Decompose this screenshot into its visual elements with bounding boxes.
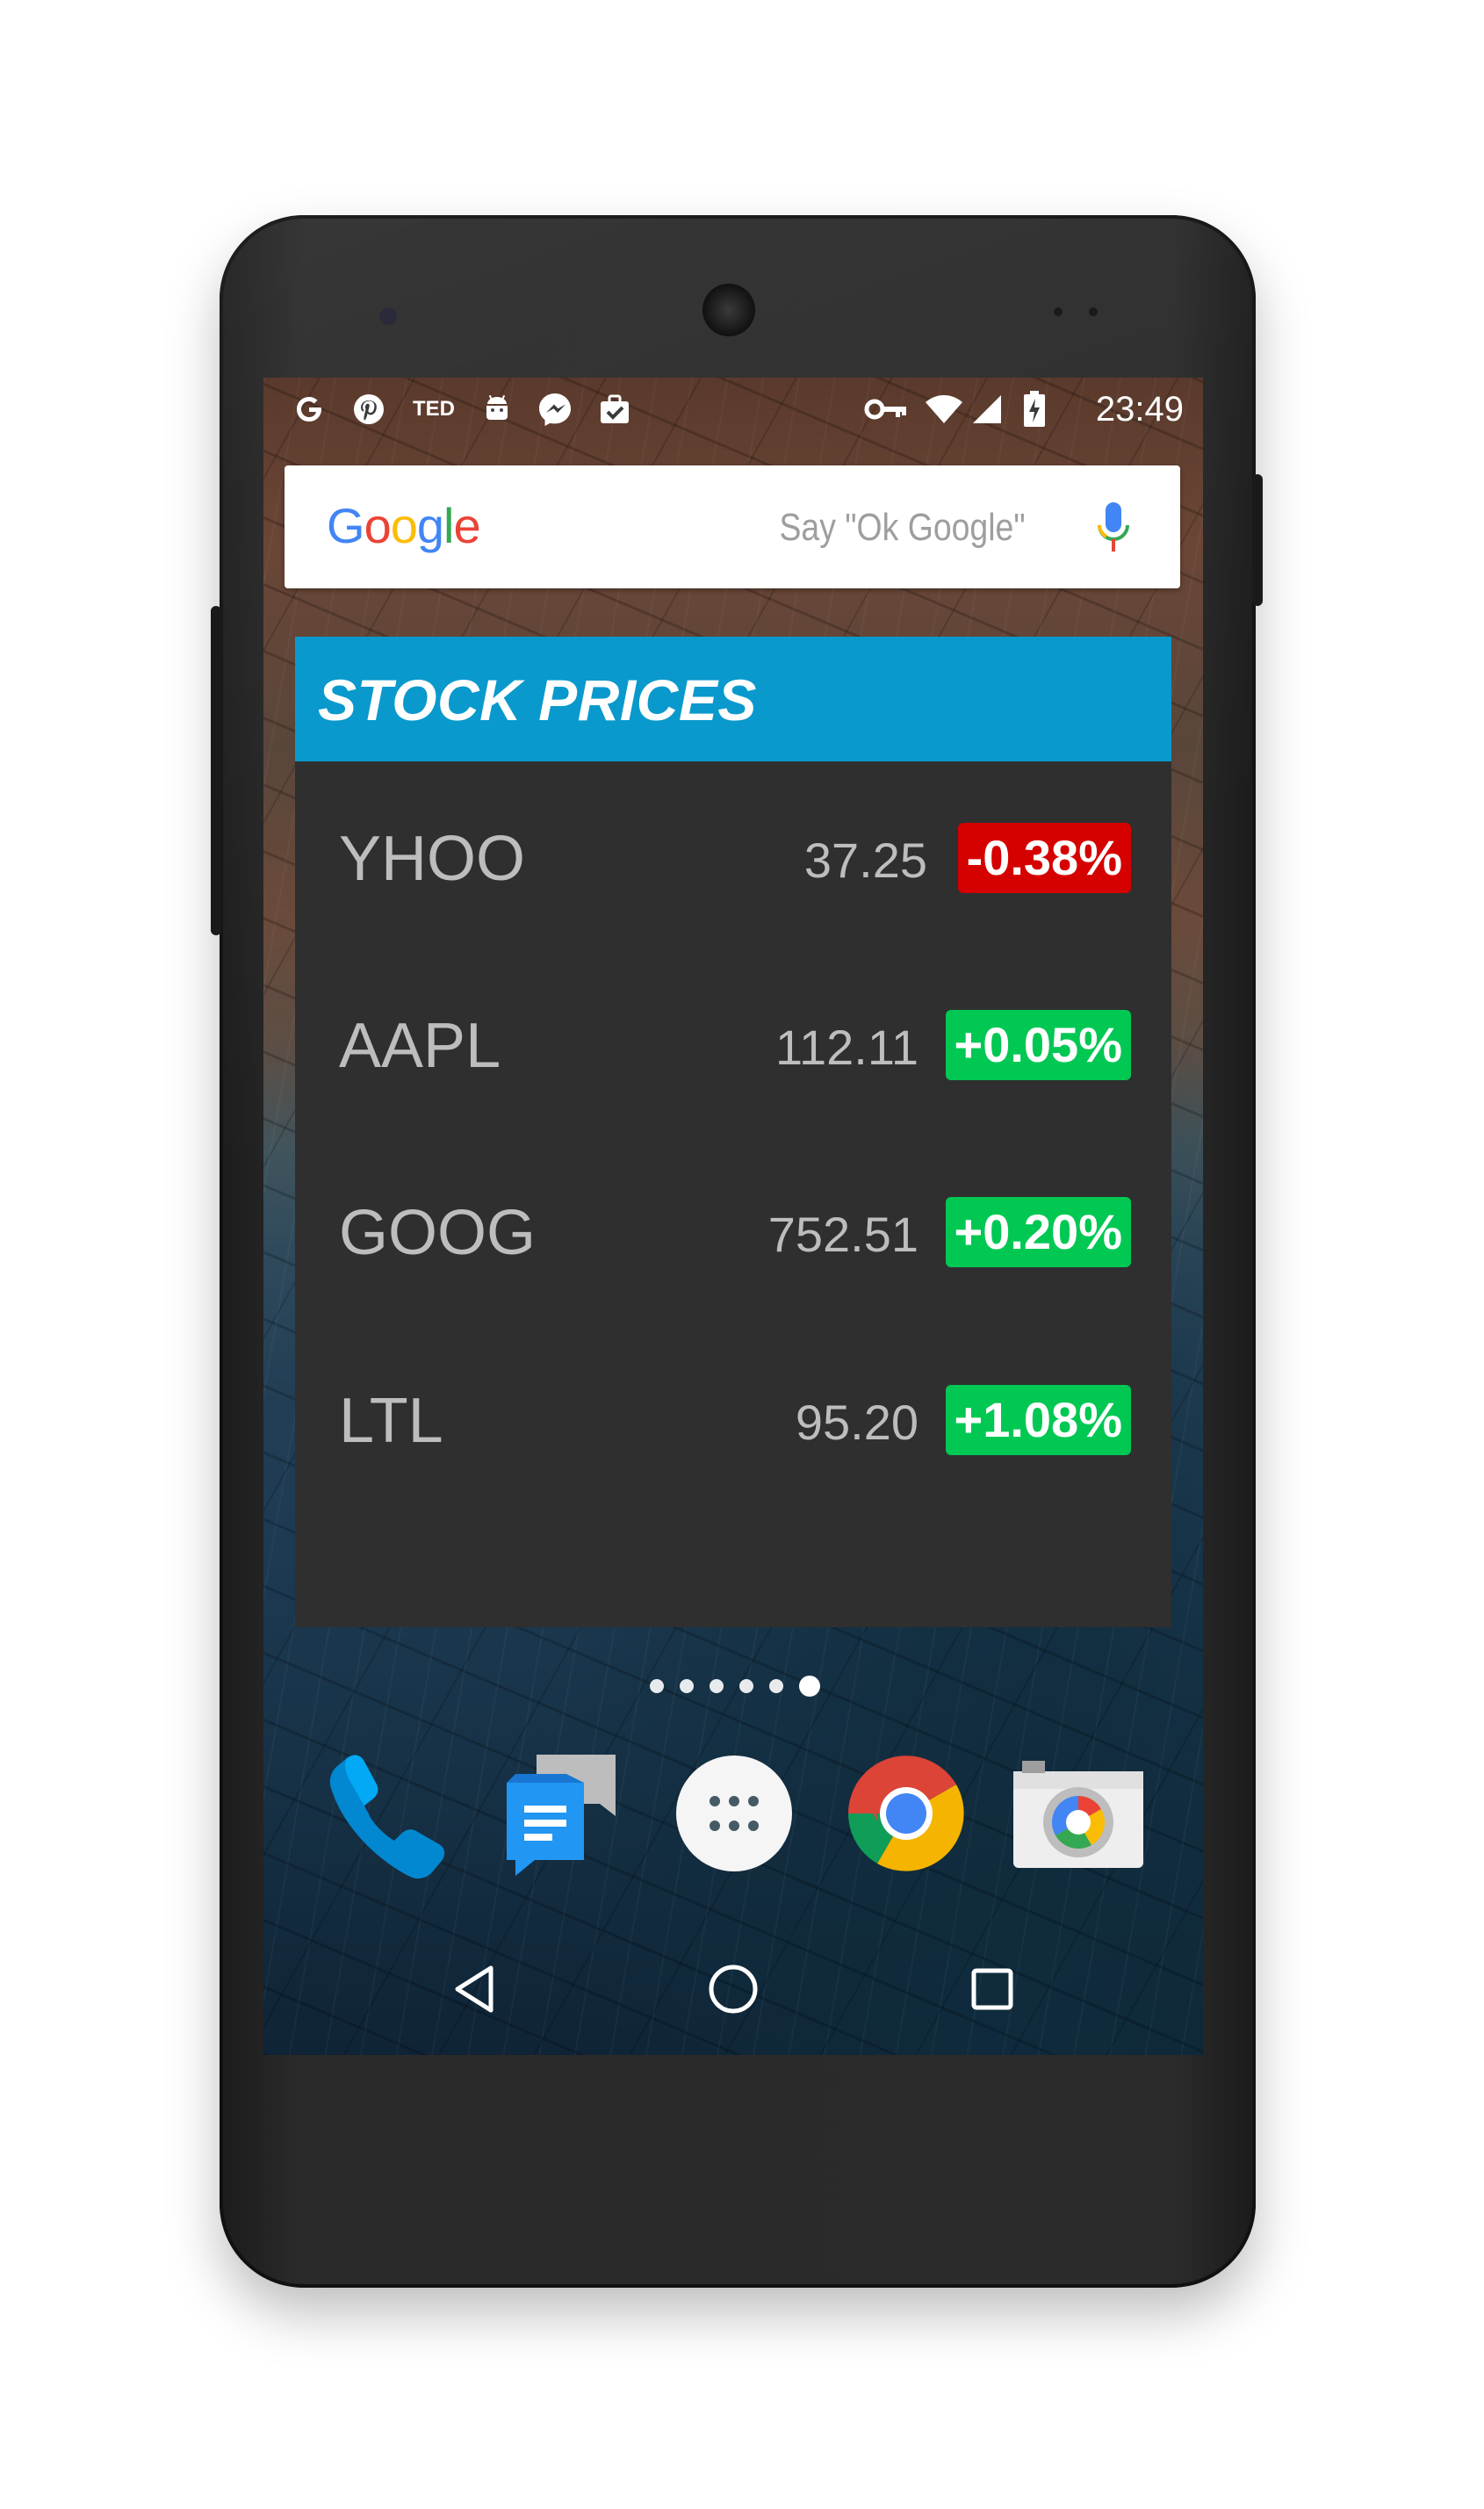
stock-price: 37.25 <box>803 833 927 888</box>
stock-change-badge: +0.05% <box>945 1010 1131 1080</box>
page-dot <box>680 1679 694 1693</box>
page-indicator <box>650 1673 820 1699</box>
pinterest-icon <box>349 392 388 427</box>
google-search-bar[interactable]: Google Say "Ok Google" <box>285 465 1180 588</box>
messenger-sms-icon[interactable] <box>492 1743 632 1884</box>
search-hint: Say "Ok Google" <box>779 506 1026 549</box>
stock-symbol: LTL <box>339 1386 443 1456</box>
stock-change-badge: -0.38% <box>957 823 1131 893</box>
stock-row[interactable]: GOOG 752.51 +0.20% <box>295 1179 1171 1276</box>
stock-price: 112.11 <box>775 1020 918 1075</box>
google-icon <box>290 392 328 427</box>
stock-row[interactable]: AAPL 112.11 +0.05% <box>295 992 1171 1089</box>
home-icon[interactable] <box>698 1954 768 2024</box>
page-dot <box>710 1679 724 1693</box>
chrome-icon[interactable] <box>836 1743 976 1884</box>
briefcase-check-icon <box>594 392 636 427</box>
android-icon <box>478 392 516 427</box>
logo-letter: o <box>390 498 418 553</box>
stock-change-badge: +1.08% <box>945 1385 1131 1455</box>
stock-change-badge: +0.20% <box>945 1197 1131 1267</box>
messenger-icon <box>534 392 576 427</box>
google-logo: Google <box>327 497 481 554</box>
page-dot <box>769 1679 783 1693</box>
stock-symbol: YHOO <box>339 824 526 894</box>
logo-letter: e <box>453 498 480 553</box>
app-drawer-icon[interactable] <box>664 1743 804 1884</box>
stock-symbol: GOOG <box>339 1198 537 1268</box>
page-dot <box>650 1679 664 1693</box>
recents-icon[interactable] <box>957 1954 1027 2024</box>
earpiece-speaker <box>702 284 755 336</box>
phone-icon[interactable] <box>316 1743 457 1884</box>
stock-price: 752.51 <box>767 1207 918 1262</box>
stock-symbol: AAPL <box>339 1011 501 1081</box>
cell-signal-icon <box>969 392 1005 427</box>
widget-title: STOCK PRICES <box>318 667 757 732</box>
ted-icon: TED <box>407 392 460 427</box>
status-bar: TED 23:49 <box>263 378 1203 439</box>
battery-charging-icon <box>1020 391 1048 427</box>
page-dot <box>739 1679 753 1693</box>
page-dot-active <box>799 1676 820 1697</box>
logo-letter: l <box>443 498 454 553</box>
logo-letter: G <box>327 498 365 553</box>
stock-price: 95.20 <box>795 1395 918 1450</box>
widget-header: STOCK PRICES <box>295 637 1171 761</box>
logo-letter: o <box>364 498 392 553</box>
light-sensor <box>1089 307 1098 316</box>
camera-icon[interactable] <box>1008 1743 1149 1884</box>
stock-row[interactable]: LTL 95.20 +1.08% <box>295 1367 1171 1464</box>
app-dock <box>263 1743 1203 1893</box>
ted-label: TED <box>413 397 455 421</box>
status-clock: 23:49 <box>1095 390 1184 429</box>
wifi-icon <box>924 392 964 427</box>
logo-letter: g <box>416 498 444 553</box>
power-button <box>1252 474 1263 606</box>
screen: TED 23:49 Google Say "Ok Google" STOCK P… <box>263 378 1203 2055</box>
navigation-bar <box>263 1923 1203 2055</box>
mic-icon[interactable] <box>1096 501 1131 557</box>
stock-widget[interactable]: STOCK PRICES YHOO 37.25 -0.38% AAPL 112.… <box>295 637 1171 1627</box>
vpn-key-icon <box>862 392 910 427</box>
front-camera <box>379 307 397 325</box>
stock-row[interactable]: YHOO 37.25 -0.38% <box>295 805 1171 902</box>
proximity-sensor <box>1054 307 1063 316</box>
volume-rocker <box>211 606 221 935</box>
back-icon[interactable] <box>439 1954 509 2024</box>
